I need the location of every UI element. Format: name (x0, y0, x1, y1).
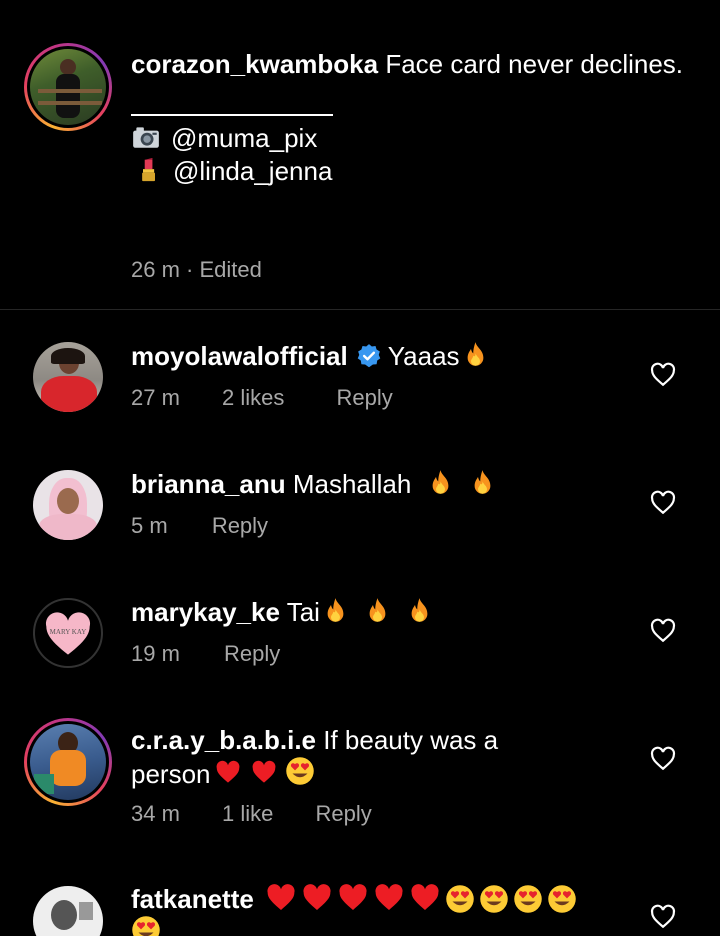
comment-item: brianna_anu Mashallah 5 m Reply (0, 462, 720, 562)
like-heart-icon[interactable] (650, 362, 676, 388)
comment-time: 34 m (131, 801, 180, 826)
fire-icon (369, 598, 386, 622)
red-heart-icon (303, 884, 331, 910)
comment-username[interactable]: moyolawalofficial (131, 341, 348, 371)
comment-meta: 34 m 1 like Reply (131, 801, 372, 827)
caption-line-lipstick: @linda_jenna (131, 154, 691, 187)
lipstick-icon (142, 158, 155, 182)
caption-avatar[interactable] (24, 43, 112, 131)
fire-icon (467, 342, 483, 366)
reply-button[interactable]: Reply (212, 513, 268, 538)
fire-icon (412, 598, 428, 622)
comment-username[interactable]: marykay_ke (131, 597, 280, 627)
caption-meta: 26 m · Edited (131, 257, 262, 283)
caption-divider (0, 309, 720, 310)
comment-avatar[interactable] (24, 718, 112, 806)
like-heart-icon[interactable] (650, 746, 676, 772)
edited-label: · Edited (186, 257, 262, 282)
caption-line-camera: @muma_pix (131, 122, 691, 154)
comment-text: Yaaas (387, 341, 460, 371)
red-heart-icon (216, 760, 239, 783)
reply-button[interactable]: Reply (337, 385, 393, 410)
comment-text: If beauty was a (323, 725, 499, 755)
comment-time: 27 m (131, 385, 180, 410)
like-heart-icon[interactable] (650, 904, 676, 930)
comment-text-continued: person (131, 759, 211, 789)
comment-avatar[interactable] (33, 470, 103, 540)
red-heart-icon (339, 884, 367, 910)
comment-username[interactable]: brianna_anu (131, 469, 286, 499)
like-heart-icon[interactable] (650, 618, 676, 644)
photographer-tag[interactable]: @muma_pix (171, 123, 317, 153)
caption-username[interactable]: corazon_kwamboka (131, 49, 378, 79)
heart-eyes-icon (446, 885, 474, 913)
comment-avatar[interactable] (33, 342, 103, 412)
comment-avatar[interactable]: MARY KAY (33, 598, 103, 668)
heart-eyes-icon (514, 885, 542, 913)
comment-username[interactable]: c.r.a.y_b.a.b.i.e (131, 725, 316, 755)
brand-logo-text: MARY KAY (49, 628, 87, 636)
comment-text: Tai (286, 597, 320, 627)
comment-time: 5 m (131, 513, 168, 538)
comment-item: fatkanette (0, 878, 720, 936)
comment-item: c.r.a.y_b.a.b.i.e If beauty was a person… (0, 718, 720, 838)
like-count[interactable]: 1 like (222, 801, 273, 826)
camera-icon (133, 127, 159, 148)
makeup-tag[interactable]: @linda_jenna (173, 156, 332, 186)
comment-text: Mashallah (292, 469, 412, 499)
comment-meta: 19 m Reply (131, 641, 280, 667)
fire-icon (327, 598, 344, 622)
comment-avatar[interactable] (33, 886, 103, 936)
like-heart-icon[interactable] (650, 490, 676, 516)
comment-meta: 27 m 2 likes Reply (131, 385, 393, 411)
comment-username[interactable]: fatkanette (131, 884, 254, 914)
fire-icon (432, 470, 448, 494)
reply-button[interactable]: Reply (224, 641, 280, 666)
heart-eyes-icon (480, 885, 508, 913)
caption-rule (131, 114, 333, 116)
like-count[interactable]: 2 likes (222, 385, 284, 410)
heart-eyes-icon (285, 757, 314, 785)
heart-eyes-icon (132, 916, 160, 936)
red-heart-icon (375, 884, 403, 910)
fire-icon (474, 470, 491, 494)
caption-text: Face card never declines. (385, 49, 684, 79)
comment-item: MARY KAY marykay_ke Tai 19 m Reply (0, 590, 720, 690)
red-heart-icon (252, 760, 275, 783)
comment-time: 19 m (131, 641, 180, 666)
comment-meta: 5 m Reply (131, 513, 268, 539)
reply-button[interactable]: Reply (316, 801, 372, 826)
verified-badge-icon (357, 344, 381, 368)
post-caption: corazon_kwamboka Face card never decline… (0, 0, 720, 309)
heart-eyes-icon (548, 885, 576, 913)
caption-time: 26 m (131, 257, 180, 282)
red-heart-icon (411, 884, 439, 910)
comment-item: moyolawalofficial Yaaas 27 m 2 likes Rep… (0, 334, 720, 434)
red-heart-icon (267, 884, 295, 910)
